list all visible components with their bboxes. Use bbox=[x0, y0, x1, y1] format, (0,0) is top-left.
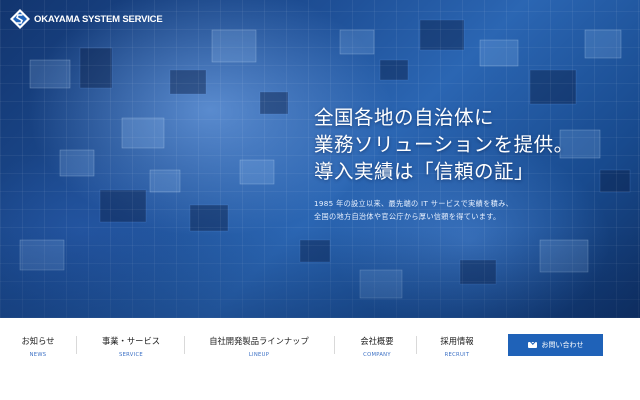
nav-item-lineup[interactable]: 自社開発製品ラインナップ LINEUP bbox=[206, 335, 312, 358]
hero-lead: 1985 年の設立以来、最先端の IT サービスで実績を積み、 全国の地方自治体… bbox=[314, 197, 513, 223]
nav-divider bbox=[184, 336, 185, 354]
nav-item-recruit[interactable]: 採用情報 RECRUIT bbox=[436, 335, 478, 358]
nav-divider bbox=[416, 336, 417, 354]
mail-icon bbox=[527, 342, 537, 348]
nav-label: 採用情報 bbox=[440, 336, 474, 346]
nav-label: 自社開発製品ラインナップ bbox=[209, 336, 309, 346]
brand-name: OKAYAMA SYSTEM SERVICE bbox=[34, 13, 163, 25]
nav-sublabel: LINEUP bbox=[248, 352, 270, 358]
nav-sublabel: COMPANY bbox=[363, 352, 391, 358]
headline-line-2: 業務ソリューションを提供。 bbox=[314, 133, 574, 156]
contact-label: お問い合わせ bbox=[541, 341, 584, 349]
contact-button[interactable]: お問い合わせ bbox=[508, 334, 603, 356]
nav-divider bbox=[76, 336, 77, 354]
nav-item-company[interactable]: 会社概要 COMPANY bbox=[356, 335, 398, 358]
nav-sublabel: NEWS bbox=[29, 352, 47, 358]
nav-item-news[interactable]: お知らせ NEWS bbox=[18, 335, 58, 358]
hero-banner: OKAYAMA SYSTEM SERVICE 全国各地の自治体に 業務ソリューシ… bbox=[0, 0, 640, 318]
diamond-logo-icon bbox=[10, 9, 30, 29]
nav-sublabel: SERVICE bbox=[119, 352, 143, 358]
headline-line-3: 導入実績は「信頼の証」 bbox=[314, 160, 535, 183]
lead-line-1: 1985 年の設立以来、最先端の IT サービスで実績を積み、 bbox=[314, 199, 514, 208]
hero-headline: 全国各地の自治体に 業務ソリューションを提供。 導入実績は「信頼の証」 bbox=[314, 104, 574, 185]
lead-line-2: 全国の地方自治体や官公庁から厚い信頼を得ています。 bbox=[314, 212, 501, 221]
nav-sublabel: RECRUIT bbox=[444, 352, 470, 358]
headline-line-1: 全国各地の自治体に bbox=[314, 106, 495, 129]
global-nav: お知らせ NEWS 事業・サービス SERVICE 自社開発製品ラインナップ L… bbox=[0, 318, 640, 400]
nav-label: 会社概要 bbox=[360, 336, 394, 346]
nav-item-service[interactable]: 事業・サービス SERVICE bbox=[98, 335, 164, 358]
site-logo[interactable]: OKAYAMA SYSTEM SERVICE bbox=[10, 9, 163, 29]
nav-label: お知らせ bbox=[21, 336, 55, 346]
hero-bottom-fade bbox=[0, 228, 640, 318]
nav-label: 事業・サービス bbox=[101, 336, 161, 346]
nav-divider bbox=[334, 336, 335, 354]
